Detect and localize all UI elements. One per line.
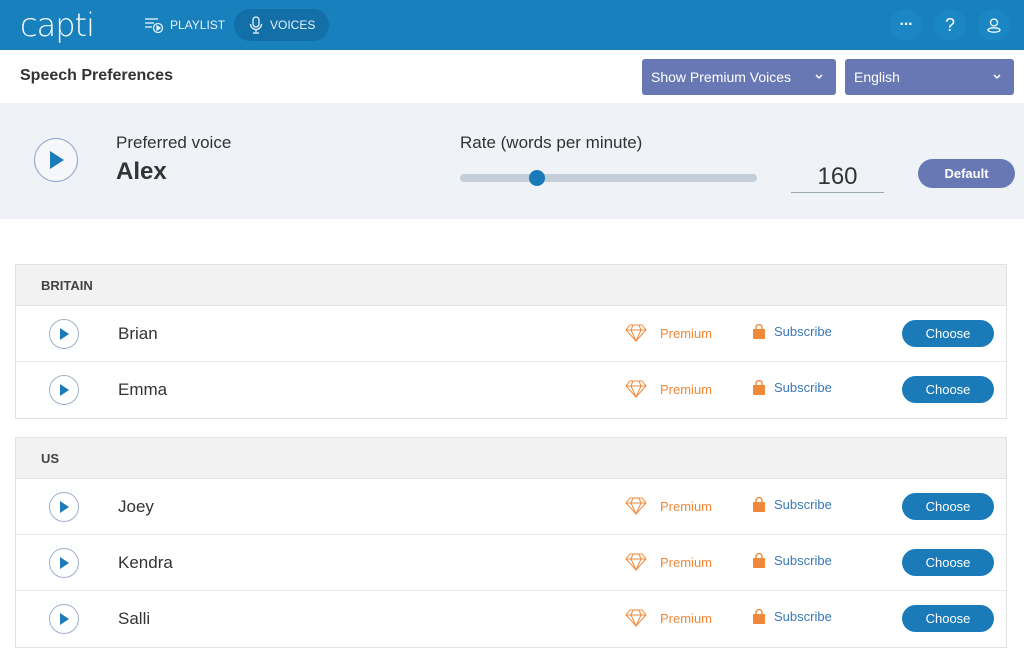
shopping-bag-icon (753, 380, 765, 395)
choose-button[interactable]: Choose (902, 320, 994, 347)
voice-row: Kendra Premium Subscribe Choose (16, 535, 1006, 591)
more-icon: ··· (899, 16, 914, 33)
rate-slider[interactable] (460, 174, 757, 182)
play-icon (60, 501, 69, 513)
voice-play-button[interactable] (49, 375, 79, 405)
diamond-icon (625, 324, 647, 342)
voice-name: Brian (118, 324, 158, 343)
group-header: US (16, 438, 1006, 479)
voice-play-button[interactable] (49, 319, 79, 349)
voice-name: Emma (118, 380, 168, 399)
rate-slider-thumb[interactable] (529, 170, 546, 186)
microphone-icon (249, 16, 263, 34)
voice-name: Salli (118, 609, 151, 628)
premium-badge: Premium (625, 497, 712, 515)
language-dropdown[interactable]: English (845, 59, 1014, 95)
voice-play-button[interactable] (49, 604, 79, 634)
chevron-down-icon (815, 74, 823, 80)
voice-name: Kendra (118, 553, 173, 572)
nav-voices[interactable]: VOICES (234, 9, 330, 41)
voice-row: Joey Premium Subscribe Choose (16, 479, 1006, 535)
voice-row: Emma Premium Subscribe Choose (16, 362, 1006, 418)
nav-playlist[interactable]: PLAYLIST (132, 9, 237, 41)
premium-voices-dropdown[interactable]: Show Premium Voices (642, 59, 836, 95)
voice-group-us: US Joey Premium Subscribe Choose Kendra Premiu… (15, 437, 1007, 648)
play-icon (60, 384, 69, 396)
voice-name: Joey (118, 497, 154, 516)
shopping-bag-icon (753, 553, 765, 568)
shopping-bag-icon (753, 324, 765, 339)
help-icon: ? (944, 14, 955, 35)
rate-label: Rate (words per minute) (460, 133, 643, 152)
user-button[interactable] (978, 9, 1010, 41)
premium-badge: Premium (625, 380, 712, 398)
choose-button[interactable]: Choose (902, 605, 994, 632)
premium-label: Premium (660, 554, 713, 570)
play-icon (60, 557, 69, 569)
voice-row: Brian Premium Subscribe Choose (16, 306, 1006, 362)
diamond-icon (625, 609, 647, 627)
subscribe-label: Subscribe (774, 497, 832, 512)
subscribe-label: Subscribe (774, 324, 832, 339)
nav-voices-label: VOICES (270, 18, 316, 32)
premium-voices-dropdown-value: Show Premium Voices (651, 69, 792, 85)
voice-group-britain: BRITAIN Brian Premium Subscribe Choose Emma Pr… (15, 264, 1007, 419)
play-icon (50, 151, 64, 169)
more-button[interactable]: ··· (890, 9, 922, 41)
choose-button[interactable]: Choose (902, 549, 994, 576)
help-button[interactable]: ? (934, 9, 966, 41)
premium-label: Premium (660, 610, 713, 626)
default-button[interactable]: Default (918, 159, 1015, 188)
language-dropdown-value: English (854, 69, 900, 85)
rate-input[interactable] (791, 161, 884, 193)
subscribe-link[interactable]: Subscribe (752, 324, 832, 339)
subscribe-label: Subscribe (774, 609, 832, 624)
preferred-voice-label: Preferred voice (116, 133, 232, 152)
voice-play-button[interactable] (49, 492, 79, 522)
voice-row: Salli Premium Subscribe Choose (16, 591, 1006, 647)
user-icon (987, 18, 1001, 33)
diamond-icon (625, 553, 647, 571)
chevron-down-icon (993, 74, 1001, 80)
diamond-icon (625, 497, 647, 515)
premium-badge: Premium (625, 324, 712, 342)
subscribe-link[interactable]: Subscribe (752, 609, 832, 624)
choose-button[interactable]: Choose (902, 493, 994, 520)
subscribe-label: Subscribe (774, 380, 832, 395)
subscribe-label: Subscribe (774, 553, 832, 568)
premium-badge: Premium (625, 609, 712, 627)
choose-button[interactable]: Choose (902, 376, 994, 403)
voice-play-button[interactable] (49, 548, 79, 578)
preferred-voice-panel: Preferred voice Alex Rate (words per min… (0, 103, 1024, 219)
shopping-bag-icon (753, 609, 765, 624)
premium-badge: Premium (625, 553, 712, 571)
premium-label: Premium (660, 381, 713, 397)
diamond-icon (625, 380, 647, 398)
premium-label: Premium (660, 498, 713, 514)
preferred-voice-name: Alex (116, 158, 167, 185)
top-navigation-bar: capti PLAYLIST VOICES ··· ? (0, 0, 1024, 50)
page-title: Speech Preferences (20, 67, 173, 84)
playlist-icon (145, 18, 164, 33)
nav-playlist-label: PLAYLIST (170, 18, 226, 32)
play-icon (60, 613, 69, 625)
subscribe-link[interactable]: Subscribe (752, 497, 832, 512)
group-header: BRITAIN (16, 265, 1006, 306)
premium-label: Premium (660, 325, 713, 341)
capti-logo[interactable]: capti (20, 6, 95, 44)
page-header: Speech Preferences Show Premium Voices E… (0, 50, 1024, 103)
shopping-bag-icon (753, 497, 765, 512)
preferred-voice-play-button[interactable] (34, 138, 78, 182)
play-icon (60, 328, 69, 340)
subscribe-link[interactable]: Subscribe (752, 380, 832, 395)
subscribe-link[interactable]: Subscribe (752, 553, 832, 568)
